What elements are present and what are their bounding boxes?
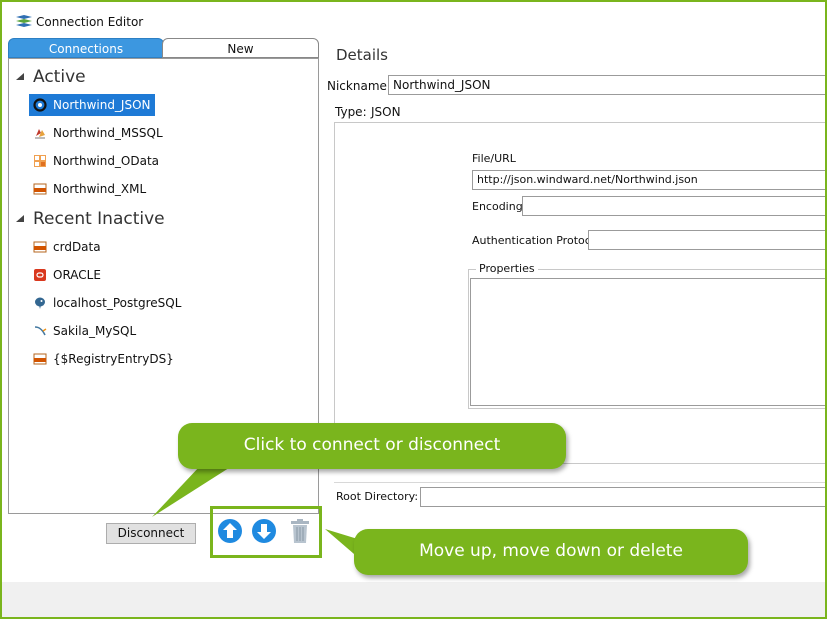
type-value: JSON [371, 105, 401, 119]
tree-item-label: Sakila_MySQL [53, 324, 137, 338]
tree-item-label: Northwind_MSSQL [53, 126, 163, 140]
connection-editor-window: Connection Editor Connections New Active… [0, 0, 827, 619]
file-url-input[interactable]: http://json.windward.net/Northwind.json [472, 170, 825, 190]
encoding-label: Encoding: [472, 200, 527, 213]
callout-move-delete: Move up, move down or delete [354, 529, 748, 575]
bottom-strip [2, 582, 825, 617]
tree-item-northwind-mssql[interactable]: Northwind_MSSQL [29, 122, 167, 144]
tree-item-crddata[interactable]: crdData [29, 236, 105, 258]
details-title: Details [336, 46, 389, 64]
tree-item-northwind-odata[interactable]: Northwind_OData [29, 150, 163, 172]
group-recent-label: Recent Inactive [33, 209, 165, 229]
properties-textarea[interactable] [470, 278, 825, 406]
details-divider [334, 482, 825, 483]
tree-item-label: {$RegistryEntryDS} [53, 352, 174, 366]
encoding-select[interactable] [522, 196, 825, 216]
xml-datasource-icon [33, 241, 47, 253]
tab-connections[interactable]: Connections [8, 38, 164, 58]
auth-protocol-label: Authentication Protocol [472, 234, 601, 247]
nickname-input[interactable]: Northwind_JSON [388, 75, 825, 95]
root-directory-label: Root Directory: [336, 490, 419, 503]
tree-item-label: localhost_PostgreSQL [53, 296, 182, 310]
tree-item-label: Northwind_XML [53, 182, 147, 196]
tree-item-label: crdData [53, 240, 101, 254]
collapse-triangle-icon[interactable] [15, 72, 25, 82]
tree-item-label: Northwind_JSON [53, 98, 151, 112]
postgresql-datasource-icon [35, 297, 45, 309]
mssql-datasource-icon [35, 129, 45, 139]
tree-item-registry-entry[interactable]: {$RegistryEntryDS} [29, 348, 178, 370]
tree-item-localhost-postgresql[interactable]: localhost_PostgreSQL [29, 292, 185, 314]
xml-datasource-icon [33, 353, 47, 365]
auth-protocol-select[interactable] [588, 230, 825, 250]
collapse-triangle-icon[interactable] [15, 214, 25, 224]
tree-item-oracle[interactable]: ORACLE [29, 264, 105, 286]
group-active-label: Active [33, 67, 86, 87]
tree-item-label: Northwind_OData [53, 154, 160, 168]
properties-label: Properties [476, 262, 538, 275]
arrow-up-circle-icon[interactable] [217, 518, 243, 544]
title-bar: Connection Editor [2, 2, 825, 36]
oracle-datasource-icon [34, 269, 46, 281]
nickname-label: Nickname: [327, 79, 391, 93]
tree-item-northwind-xml[interactable]: Northwind_XML [29, 178, 150, 200]
disconnect-button[interactable]: Disconnect [106, 523, 196, 544]
app-icon [15, 14, 33, 28]
trash-icon[interactable] [287, 518, 313, 544]
json-datasource-icon [33, 98, 47, 112]
type-label: Type: [335, 105, 367, 119]
file-url-label: File/URL [472, 152, 516, 165]
xml-datasource-icon [33, 183, 47, 195]
callout-connect-disconnect: Click to connect or disconnect [178, 423, 566, 469]
tab-new[interactable]: New [162, 38, 319, 58]
root-directory-input[interactable] [420, 487, 825, 507]
group-active[interactable]: Active [9, 66, 86, 88]
group-recent-inactive[interactable]: Recent Inactive [9, 208, 165, 230]
arrow-down-circle-icon[interactable] [251, 518, 277, 544]
window-title: Connection Editor [36, 15, 144, 29]
tree-item-label: ORACLE [53, 268, 101, 282]
odata-datasource-icon [34, 155, 46, 167]
tree-item-northwind-json[interactable]: Northwind_JSON [29, 94, 155, 116]
tree-item-sakila-mysql[interactable]: Sakila_MySQL [29, 320, 140, 342]
mysql-datasource-icon [34, 326, 47, 336]
